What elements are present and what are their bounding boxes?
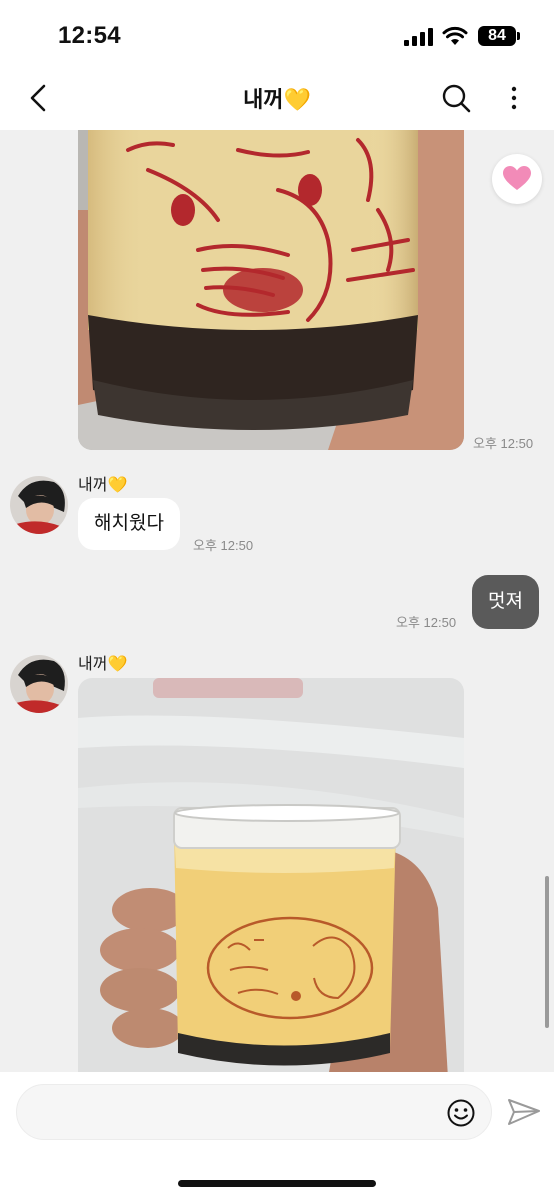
message-bubble-outgoing[interactable]: 멋져 [472,575,539,629]
battery-cap [517,32,520,40]
emoji-icon[interactable] [446,1098,476,1128]
message-time: 오후 12:50 [193,538,254,553]
search-icon[interactable] [440,82,472,114]
wifi-icon [442,26,468,45]
reaction-button[interactable] [492,154,542,204]
status-time: 12:54 [58,22,121,49]
heart-icon [503,166,531,190]
message-time: 오후 12:50 [396,615,457,630]
message-bubble-incoming[interactable]: 해치웠다 [78,498,180,550]
signal-icon [404,28,434,46]
sender-name: 내꺼💛 [78,477,128,494]
scrollbar[interactable] [545,876,549,1028]
chat-header: 내꺼💛 [0,66,554,130]
pudding-jar-photo [78,130,464,450]
message-input-container[interactable] [16,1084,492,1140]
home-indicator[interactable] [178,1180,376,1187]
message-photo[interactable] [78,130,464,450]
sender-name: 내꺼💛 [78,656,128,673]
avatar[interactable] [10,655,68,713]
chat-messages[interactable]: 오후 12:50 내꺼💛 해치웠다 오후 12:50 멋져 오후 12:50 내… [0,130,554,1072]
avatar[interactable] [10,476,68,534]
more-vertical-icon[interactable] [504,82,524,114]
profile-photo [10,655,68,713]
send-icon[interactable] [506,1096,542,1128]
profile-photo [10,476,68,534]
message-photo[interactable] [78,678,464,1072]
pudding-jar-photo [78,678,464,1072]
status-bar: 12:54 84 [0,0,554,66]
battery-indicator: 84 [478,26,516,46]
message-input[interactable] [33,1095,433,1131]
message-time: 오후 12:50 [473,436,534,451]
